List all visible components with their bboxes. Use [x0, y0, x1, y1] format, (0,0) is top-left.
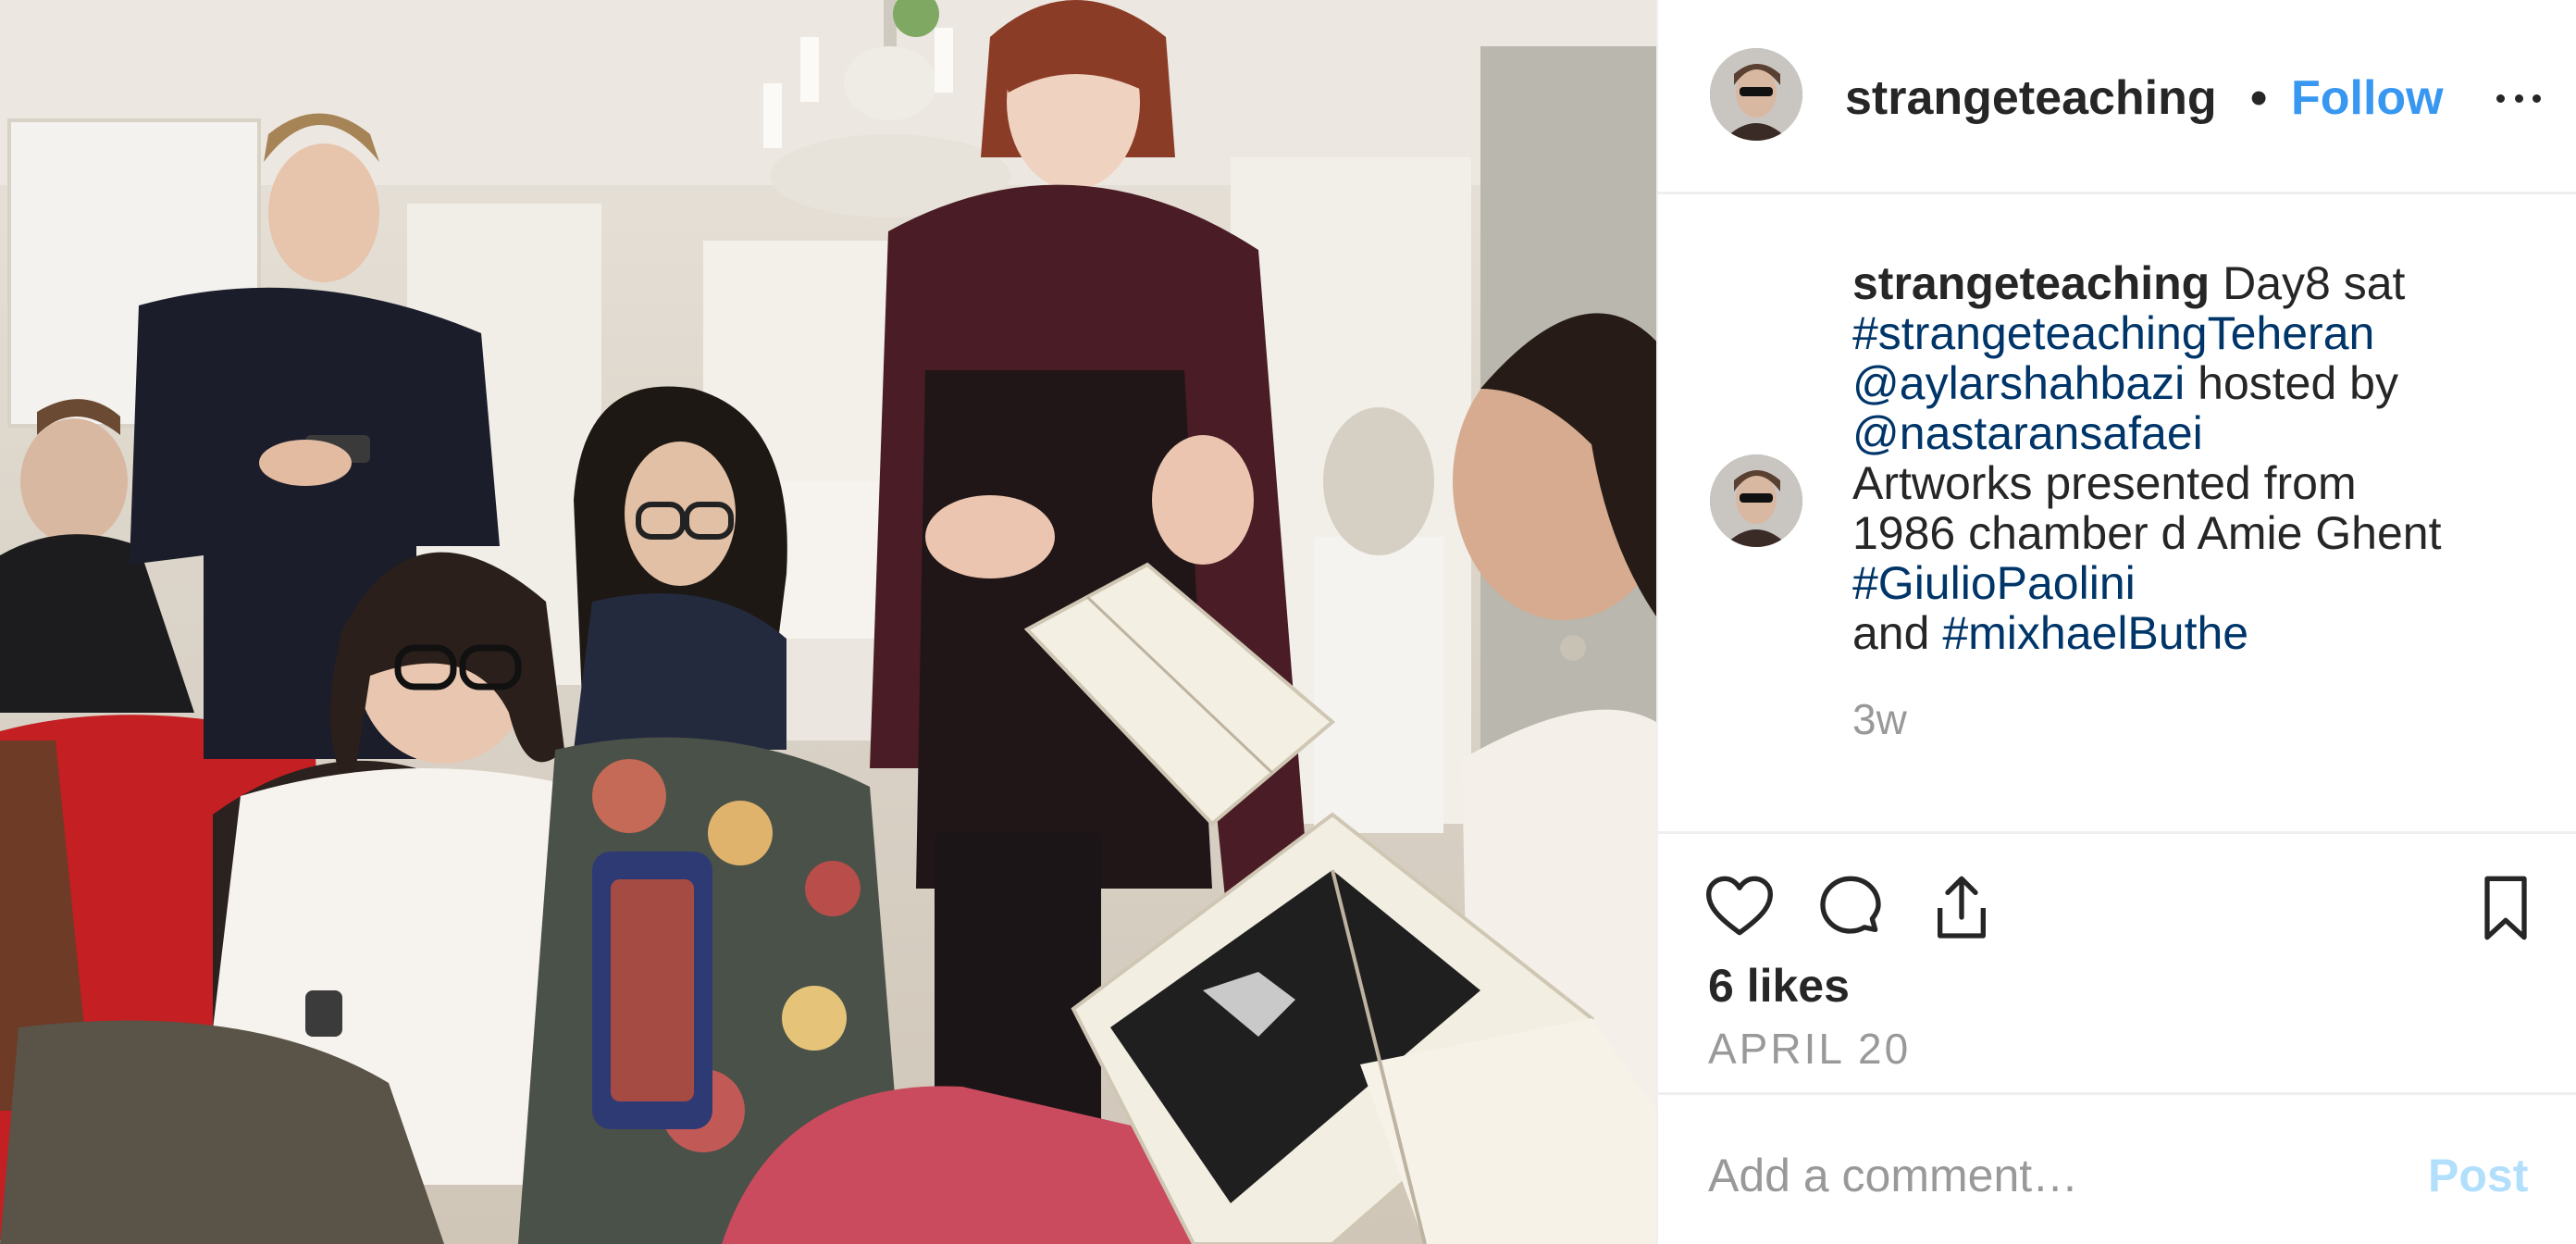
hashtag-link[interactable]: #mixhaelButhe: [1942, 607, 2248, 659]
caption-line: and #mixhaelButhe: [1852, 608, 2565, 658]
mention-link[interactable]: @aylarshahbazi: [1852, 357, 2185, 409]
post-comment-button[interactable]: Post: [2428, 1143, 2528, 1208]
caption-text-segment: and: [1852, 607, 1943, 659]
caption-line: Artworks presented from: [1852, 458, 2565, 508]
more-horizontal-icon[interactable]: [2491, 67, 2546, 130]
caption-line: #GiulioPaolini: [1852, 558, 2565, 608]
more-dot: [2533, 93, 2541, 103]
caption-line: @aylarshahbazi hosted by: [1852, 358, 2565, 408]
caption-text-segment: hosted by: [2185, 357, 2398, 409]
caption-text-segment: 1986 chamber d Amie Ghent: [1852, 507, 2442, 559]
post-date: APRIL 20: [1708, 1025, 1912, 1073]
comment-icon-glyph: [1820, 876, 1881, 934]
header-username[interactable]: strangeteaching: [1845, 67, 2243, 130]
caption-username[interactable]: strangeteaching: [1852, 257, 2210, 309]
comment-input[interactable]: [1708, 1143, 2393, 1208]
avatar[interactable]: [1710, 454, 1802, 547]
likes-count[interactable]: 6 likes: [1708, 956, 1850, 1015]
mention-link[interactable]: @nastaransafaei: [1852, 407, 2203, 459]
post-photo[interactable]: [0, 0, 1656, 1244]
avatar-image: [1710, 454, 1802, 547]
avatar[interactable]: [1710, 48, 1802, 141]
more-dot: [2496, 93, 2505, 103]
caption-text-segment: Day8 sat: [2210, 257, 2406, 309]
caption-line: #strangeteachingTeheran: [1852, 308, 2565, 358]
hashtag-link[interactable]: #GiulioPaolini: [1852, 557, 2136, 609]
caption-text: strangeteaching Day8 sat #strangeteachin…: [1852, 258, 2565, 658]
person-hand-on-chin: [574, 386, 787, 750]
share-icon-glyph: [1938, 876, 1986, 939]
post-header: strangeteaching • Follow: [1658, 0, 2576, 194]
post-photo-illustration: [0, 0, 1656, 1244]
caption-area: strangeteaching Day8 sat #strangeteachin…: [1658, 197, 2576, 831]
comment-icon[interactable]: [1814, 871, 1888, 945]
caption-line: strangeteaching Day8 sat: [1852, 258, 2565, 308]
bookmark-icon[interactable]: [2469, 871, 2543, 945]
post-sidebar: strangeteaching • Follow strangeteaching…: [1656, 0, 2576, 1244]
heart-icon[interactable]: [1703, 871, 1777, 945]
avatar-image: [1710, 48, 1802, 141]
time-ago[interactable]: 3w: [1852, 691, 1907, 747]
bookmark-icon-glyph: [2484, 876, 2527, 940]
more-dot: [2514, 93, 2523, 103]
caption-line: 1986 chamber d Amie Ghent: [1852, 508, 2565, 558]
caption-text-segment: Artworks presented from: [1852, 457, 2357, 509]
heart-icon-glyph: [1706, 876, 1773, 936]
post-actions: 6 likes APRIL 20: [1658, 831, 2576, 1092]
hashtag-link[interactable]: #strangeteachingTeheran: [1852, 307, 2374, 359]
share-icon[interactable]: [1925, 871, 1999, 945]
follow-button[interactable]: Follow: [2291, 67, 2444, 130]
comment-bar: Post: [1658, 1092, 2576, 1244]
header-separator: •: [2250, 71, 2268, 125]
caption-line: @nastaransafaei: [1852, 408, 2565, 458]
